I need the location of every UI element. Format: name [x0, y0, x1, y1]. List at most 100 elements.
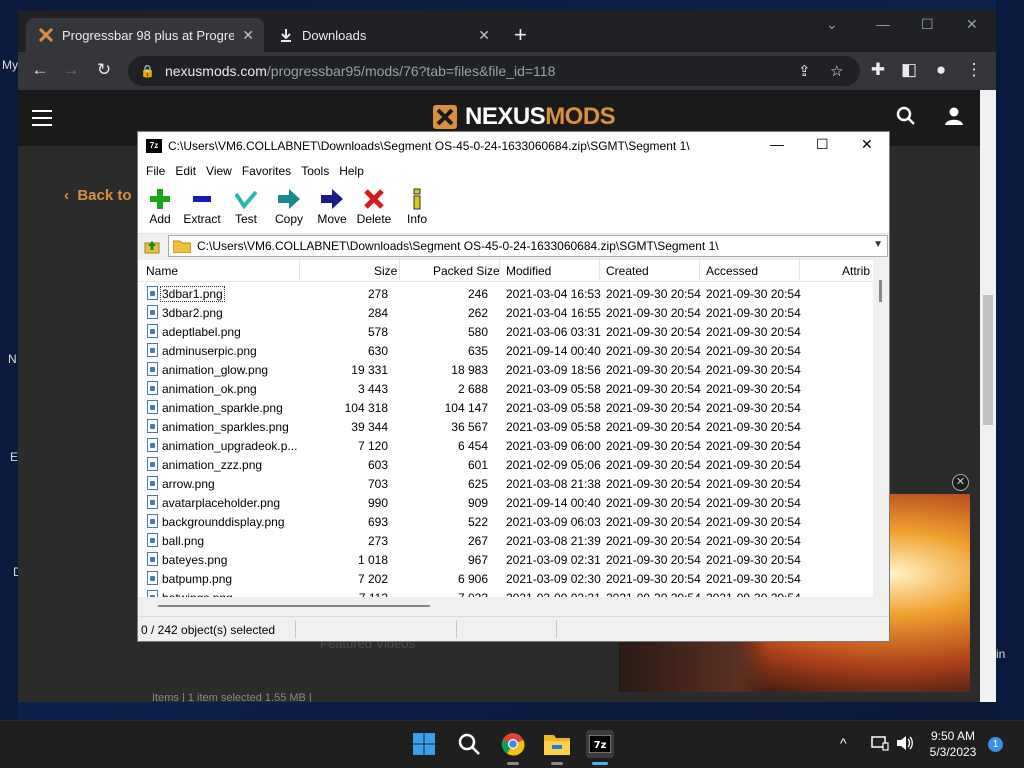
- copy-button[interactable]: Copy: [267, 188, 311, 226]
- test-button[interactable]: Test: [224, 188, 268, 226]
- close-tab-icon[interactable]: ✕: [478, 27, 490, 44]
- column-modified[interactable]: Modified: [506, 264, 551, 278]
- close-window-icon[interactable]: ✕: [966, 16, 978, 33]
- extensions-icon[interactable]: ✚: [867, 60, 889, 80]
- table-row[interactable]: bateyes.png 1 018 967 2021-03-09 02:31 2021-…: [138, 550, 873, 569]
- delete-button[interactable]: Delete: [352, 188, 396, 226]
- menu-bar: File Edit View Favorites Tools Help: [138, 160, 889, 182]
- menu-tools[interactable]: Tools: [301, 164, 329, 178]
- forward-arrow-icon[interactable]: →: [60, 60, 82, 80]
- info-button[interactable]: Info: [395, 188, 439, 226]
- table-row[interactable]: adeptlabel.png 578 580 2021-03-06 03:31 2021…: [138, 322, 873, 341]
- network-icon[interactable]: [871, 735, 889, 754]
- column-name[interactable]: Name: [146, 264, 178, 278]
- table-row[interactable]: batwings.png7 1127 0332021-03-09 02:3120…: [138, 588, 873, 597]
- site-logo[interactable]: NEXUS MODS: [431, 103, 616, 131]
- page-scrollbar[interactable]: [980, 90, 996, 702]
- hamburger-icon[interactable]: [32, 110, 52, 126]
- back-link[interactable]: ‹ Back to: [64, 187, 132, 204]
- path-input[interactable]: C:\Users\VM6.COLLABNET\Downloads\Segment…: [168, 235, 888, 257]
- column-divider[interactable]: [799, 260, 800, 282]
- table-row[interactable]: ball.png 273 267 2021-03-08 21:39 2021-09-30…: [138, 531, 873, 550]
- table-row[interactable]: animation_sparkles.png 39 344 36 567 2021-0…: [138, 417, 873, 436]
- table-row[interactable]: avatarplaceholder.png 990 909 2021-09-14 00…: [138, 493, 873, 512]
- menu-file[interactable]: File: [146, 164, 165, 178]
- column-size[interactable]: Size: [374, 264, 397, 278]
- reload-icon[interactable]: ↻: [93, 60, 115, 80]
- column-attrib[interactable]: Attrib: [842, 264, 870, 278]
- notification-badge[interactable]: 1: [988, 737, 1003, 752]
- column-accessed[interactable]: Accessed: [706, 264, 758, 278]
- close-video-icon[interactable]: ✕: [952, 474, 969, 491]
- desktop-icon-label[interactable]: N: [8, 352, 17, 366]
- accessed-cell: 2021-09-30 20:54: [706, 515, 801, 529]
- minimize-icon[interactable]: —: [876, 16, 890, 32]
- scrollbar-thumb[interactable]: [158, 605, 430, 607]
- 7zip-icon[interactable]: 7z: [586, 730, 614, 758]
- column-packed-size[interactable]: Packed Size: [433, 264, 500, 278]
- extract-button[interactable]: Extract: [180, 188, 224, 226]
- star-icon[interactable]: ☆: [830, 62, 843, 80]
- size-cell: 990: [367, 496, 388, 510]
- chevron-down-icon[interactable]: ⌄: [826, 16, 838, 33]
- maximize-icon[interactable]: ☐: [921, 16, 934, 33]
- start-icon[interactable]: [410, 730, 438, 758]
- search-icon[interactable]: [896, 106, 916, 131]
- desktop-icon-label[interactable]: in: [996, 647, 1005, 661]
- menu-help[interactable]: Help: [339, 164, 364, 178]
- file-explorer-icon[interactable]: [543, 730, 571, 758]
- column-divider[interactable]: [499, 260, 500, 282]
- scrollbar-thumb[interactable]: [879, 280, 882, 302]
- close-tab-icon[interactable]: ✕: [242, 27, 254, 44]
- share-icon[interactable]: ⇪: [798, 62, 811, 80]
- user-icon[interactable]: [944, 106, 964, 131]
- column-divider[interactable]: [299, 260, 300, 282]
- chevron-down-icon[interactable]: ▼: [873, 239, 883, 250]
- table-row[interactable]: animation_sparkle.png 104 318 104 147 2021-…: [138, 398, 873, 417]
- close-window-icon[interactable]: ✕: [861, 136, 873, 153]
- back-arrow-icon[interactable]: ←: [29, 60, 51, 80]
- list-vertical-scrollbar[interactable]: [873, 260, 889, 597]
- add-button[interactable]: Add: [138, 188, 182, 226]
- table-row[interactable]: animation_upgradeok.p... 7 120 6 454 2021-0…: [138, 436, 873, 455]
- column-divider[interactable]: [599, 260, 600, 282]
- side-panel-icon[interactable]: ◧: [898, 60, 920, 80]
- scrollbar-thumb[interactable]: [983, 295, 993, 425]
- table-row[interactable]: animation_ok.png 3 443 2 688 2021-03-09 05:…: [138, 379, 873, 398]
- table-row[interactable]: animation_glow.png 19 331 18 983 2021-03-09…: [138, 360, 873, 379]
- column-divider[interactable]: [699, 260, 700, 282]
- move-button[interactable]: Move: [310, 188, 354, 226]
- column-created[interactable]: Created: [606, 264, 649, 278]
- chevron-up-icon[interactable]: ^: [840, 735, 847, 751]
- created-cell: 2021-09-30 20:54: [606, 477, 701, 491]
- file-list[interactable]: Name Size Packed Size Modified Created A…: [138, 260, 873, 597]
- profile-icon[interactable]: ●: [930, 60, 952, 80]
- table-row[interactable]: animation_zzz.png 603 601 2021-02-09 05:06 2…: [138, 455, 873, 474]
- table-row[interactable]: 3dbar1.png 278 246 2021-03-04 16:53 2021-09-…: [138, 284, 873, 303]
- table-row[interactable]: batpump.png 7 202 6 906 2021-03-09 02:30 202…: [138, 569, 873, 588]
- desktop-icon-label[interactable]: E: [10, 450, 18, 464]
- minimize-icon[interactable]: —: [770, 136, 784, 152]
- column-divider[interactable]: [399, 260, 400, 282]
- menu-icon[interactable]: ⋮: [963, 60, 985, 80]
- size-cell: 1 018: [357, 553, 388, 567]
- volume-icon[interactable]: [896, 735, 914, 754]
- system-clock[interactable]: 9:50 AM 5/3/2023: [925, 728, 981, 760]
- menu-view[interactable]: View: [206, 164, 232, 178]
- new-tab-button[interactable]: +: [514, 22, 527, 48]
- table-row[interactable]: arrow.png 703 625 2021-03-08 21:38 2021-09-3…: [138, 474, 873, 493]
- chrome-icon[interactable]: [499, 730, 527, 758]
- folder-up-icon[interactable]: [144, 238, 160, 254]
- address-bar[interactable]: 🔒 nexusmods.com/progressbar95/mods/76?ta…: [128, 56, 860, 86]
- table-row[interactable]: 3dbar2.png 284 262 2021-03-04 16:55 2021-09-…: [138, 303, 873, 322]
- table-row[interactable]: backgrounddisplay.png 693 522 2021-03-09 06…: [138, 512, 873, 531]
- search-icon[interactable]: [455, 730, 483, 758]
- desktop-icon-label[interactable]: My: [2, 58, 18, 72]
- maximize-icon[interactable]: ☐: [816, 136, 829, 153]
- tab-downloads[interactable]: Downloads ✕: [266, 18, 500, 52]
- menu-edit[interactable]: Edit: [175, 164, 196, 178]
- menu-favorites[interactable]: Favorites: [242, 164, 291, 178]
- list-horizontal-scrollbar[interactable]: [138, 597, 889, 614]
- tab-progressbar[interactable]: Progressbar 98 plus at Progressbar ✕: [26, 18, 264, 52]
- table-row[interactable]: adminuserpic.png 630 635 2021-09-14 00:40 20…: [138, 341, 873, 360]
